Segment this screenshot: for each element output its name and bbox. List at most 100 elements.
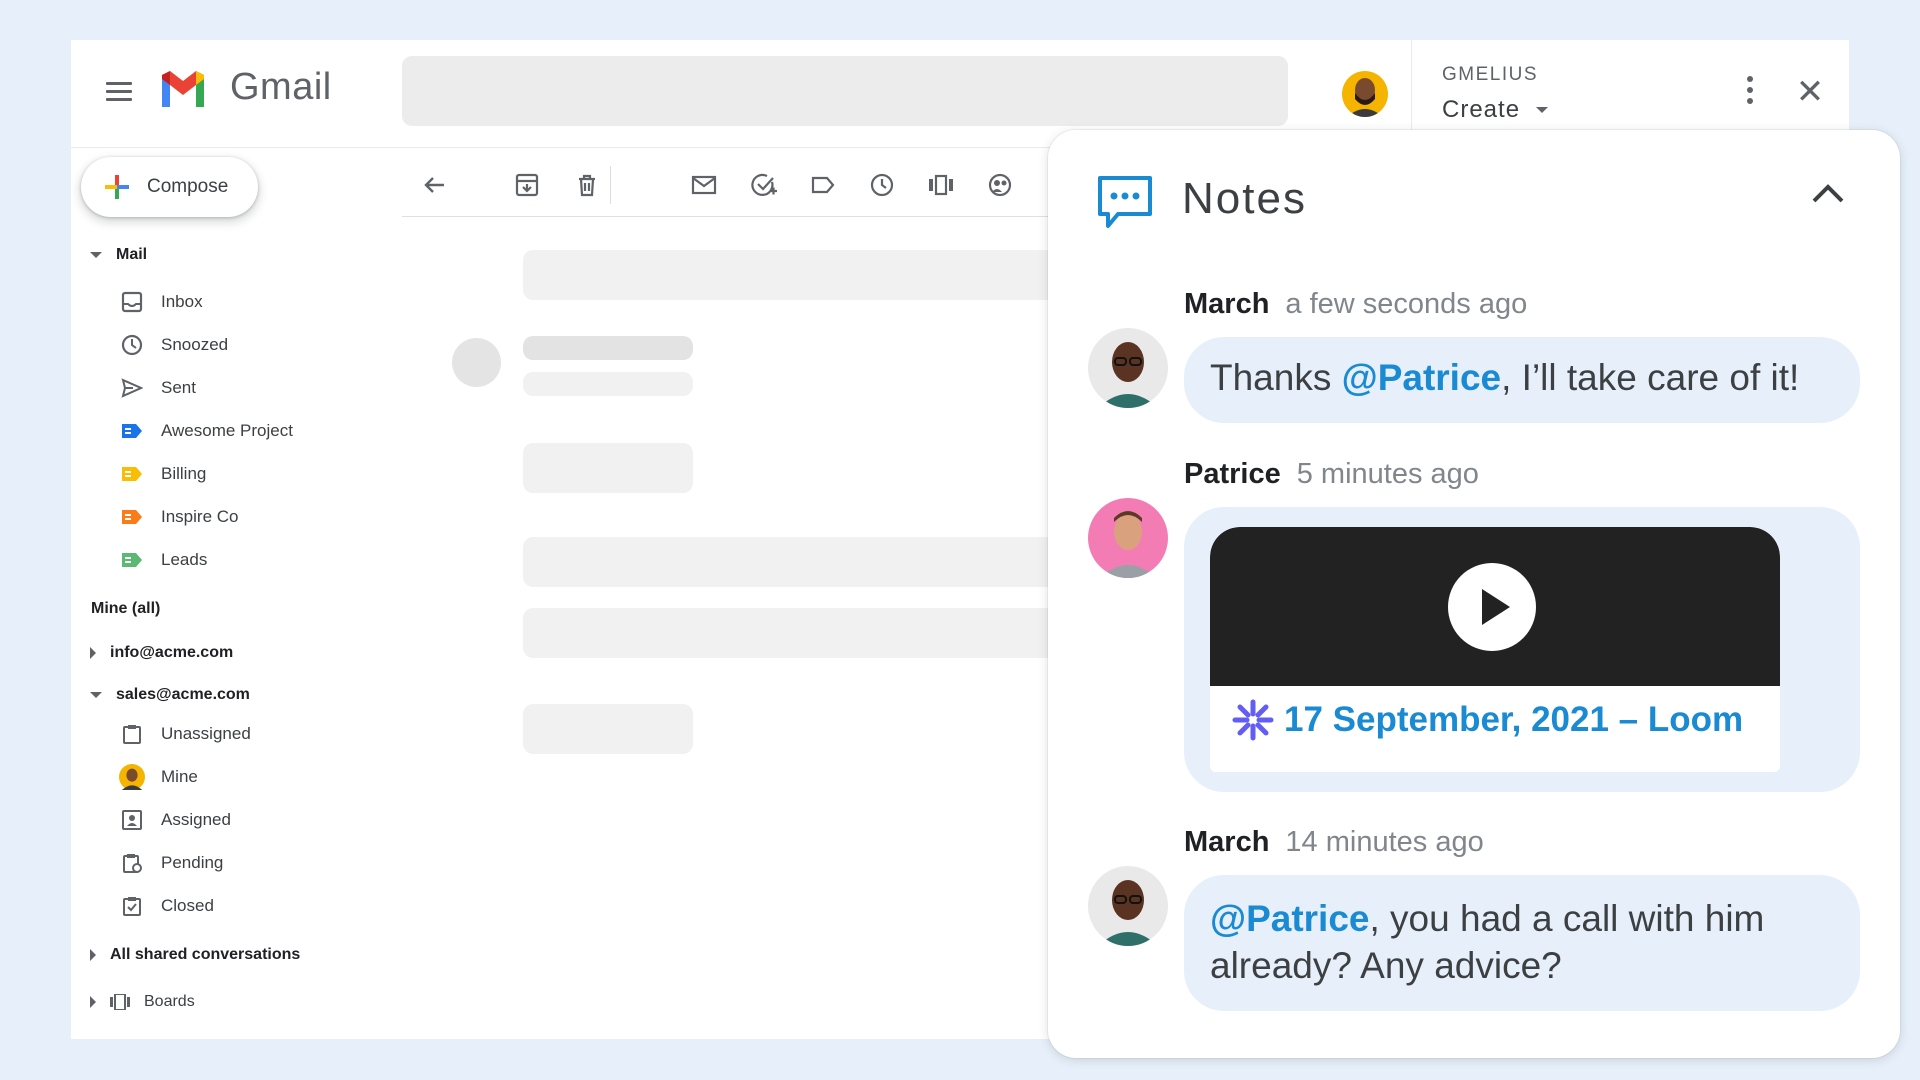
caret-right-icon bbox=[90, 647, 96, 659]
sidebar-item-inspire-co[interactable]: Inspire Co bbox=[119, 502, 238, 532]
pending-icon bbox=[119, 850, 145, 876]
loom-link[interactable]: 17 September, 2021 – Loom bbox=[1232, 699, 1743, 741]
sidebar-item-awesome-project[interactable]: Awesome Project bbox=[119, 416, 293, 446]
mention-link[interactable]: @Patrice bbox=[1342, 357, 1502, 398]
toolbar-separator bbox=[610, 166, 611, 204]
shared-conversations-label: All shared conversations bbox=[110, 946, 301, 963]
sidebar-item-snoozed[interactable]: Snoozed bbox=[119, 330, 228, 360]
account-avatar[interactable] bbox=[1342, 71, 1388, 117]
sidebar-item-label: Leads bbox=[161, 550, 208, 569]
note-bubble: Thanks @Patrice, I’ll take care of it! bbox=[1184, 337, 1860, 423]
video-thumbnail[interactable] bbox=[1210, 527, 1780, 686]
label-icon[interactable] bbox=[810, 172, 836, 198]
clipboard-icon bbox=[119, 721, 145, 747]
sidebar-item-unassigned[interactable]: Unassigned bbox=[119, 719, 251, 749]
notes-title: Notes bbox=[1182, 174, 1307, 223]
caret-right-icon bbox=[90, 949, 96, 961]
mail-section-toggle[interactable]: Mail bbox=[90, 246, 147, 264]
boards-icon[interactable] bbox=[928, 172, 954, 198]
chat-bubble-icon bbox=[1098, 176, 1152, 228]
assign-icon[interactable] bbox=[987, 172, 1013, 198]
inbox-icon bbox=[119, 289, 145, 315]
main-menu-icon[interactable] bbox=[106, 82, 132, 102]
avatar bbox=[1088, 866, 1168, 946]
sidebar-item-billing[interactable]: Billing bbox=[119, 459, 206, 489]
sidebar-item-assigned[interactable]: Assigned bbox=[119, 805, 231, 835]
send-icon bbox=[119, 375, 145, 401]
search-input[interactable] bbox=[402, 56, 1288, 126]
label-icon bbox=[119, 547, 145, 573]
sidebar-item-label: Closed bbox=[161, 896, 214, 915]
more-options-icon[interactable] bbox=[1747, 76, 1755, 109]
sidebar-item-mine[interactable]: Mine bbox=[119, 762, 198, 792]
label-icon bbox=[119, 418, 145, 444]
delete-icon[interactable] bbox=[574, 172, 600, 198]
sales-account-label: sales@acme.com bbox=[116, 686, 250, 703]
sidebar-item-label: Unassigned bbox=[161, 724, 251, 743]
placeholder-line bbox=[523, 608, 1123, 658]
label-icon bbox=[119, 461, 145, 487]
sidebar-item-label: Billing bbox=[161, 464, 207, 483]
mail-icon[interactable] bbox=[691, 172, 717, 198]
note-bubble: @Patrice, you had a call with him alread… bbox=[1184, 875, 1860, 1011]
note-text: , I’ll take care of it! bbox=[1501, 357, 1800, 398]
sidebar-item-label: Inspire Co bbox=[161, 507, 239, 526]
sidebar-item-label: Mine bbox=[161, 767, 198, 786]
sidebar-item-label: Inbox bbox=[161, 292, 203, 311]
placeholder-subject bbox=[523, 250, 1123, 300]
note-header: Patrice 5 minutes ago bbox=[1184, 458, 1479, 491]
placeholder-line bbox=[523, 537, 1123, 587]
loom-video-card[interactable]: 17 September, 2021 – Loom bbox=[1210, 527, 1780, 772]
shared-conversations-toggle[interactable]: All shared conversations bbox=[90, 946, 300, 964]
note-header: March a few seconds ago bbox=[1184, 288, 1527, 321]
sidebar-item-label: Snoozed bbox=[161, 335, 229, 354]
plus-icon bbox=[105, 175, 129, 199]
note-author: March bbox=[1184, 826, 1270, 858]
note-text-prefix: Thanks bbox=[1210, 357, 1342, 398]
compose-button[interactable]: Compose bbox=[81, 157, 258, 217]
info-account-toggle[interactable]: info@acme.com bbox=[90, 644, 233, 662]
note-header: March 14 minutes ago bbox=[1184, 826, 1484, 859]
sidebar-item-leads[interactable]: Leads bbox=[119, 545, 207, 575]
mention-link[interactable]: @Patrice bbox=[1210, 898, 1370, 939]
back-arrow-icon[interactable] bbox=[422, 172, 448, 198]
mine-all-link[interactable]: Mine (all) bbox=[91, 600, 160, 618]
close-icon[interactable]: ✕ bbox=[1792, 74, 1828, 110]
archive-icon[interactable] bbox=[514, 172, 540, 198]
boards-icon bbox=[110, 994, 130, 1010]
gmelius-title: GMELIUS bbox=[1442, 64, 1539, 85]
loom-icon bbox=[1232, 699, 1274, 741]
chevron-up-icon[interactable] bbox=[1811, 182, 1845, 204]
note-timestamp: 5 minutes ago bbox=[1296, 458, 1479, 490]
placeholder-recipient bbox=[523, 372, 693, 396]
sidebar-item-sent[interactable]: Sent bbox=[119, 373, 196, 403]
gmail-logo[interactable]: Gmail bbox=[158, 66, 332, 109]
add-task-icon[interactable] bbox=[751, 172, 777, 198]
note-timestamp: a few seconds ago bbox=[1285, 288, 1528, 320]
placeholder-block bbox=[523, 704, 693, 754]
play-icon[interactable] bbox=[1448, 563, 1536, 651]
snooze-icon[interactable] bbox=[869, 172, 895, 198]
mail-section-label: Mail bbox=[116, 246, 148, 263]
sidebar-item-pending[interactable]: Pending bbox=[119, 848, 223, 878]
note-author: March bbox=[1184, 288, 1270, 320]
placeholder-block bbox=[523, 443, 693, 493]
create-dropdown[interactable]: Create bbox=[1442, 96, 1549, 124]
app-name: Gmail bbox=[230, 66, 332, 108]
sidebar-item-closed[interactable]: Closed bbox=[119, 891, 214, 921]
loom-video-title: 17 September, 2021 – Loom bbox=[1284, 700, 1744, 739]
sidebar-item-label: Sent bbox=[161, 378, 196, 397]
avatar bbox=[119, 764, 145, 790]
sidebar-item-inbox[interactable]: Inbox bbox=[119, 287, 203, 317]
placeholder-avatar bbox=[452, 338, 501, 387]
note-bubble: 17 September, 2021 – Loom bbox=[1184, 507, 1860, 792]
compose-label: Compose bbox=[147, 176, 229, 197]
gmail-m-icon bbox=[162, 70, 204, 107]
boards-toggle[interactable]: Boards bbox=[90, 993, 195, 1011]
sales-account-toggle[interactable]: sales@acme.com bbox=[90, 686, 250, 704]
sidebar-item-label: Pending bbox=[161, 853, 224, 872]
notes-panel: Notes March a few seconds ago Thanks @Pa… bbox=[1048, 130, 1900, 1058]
create-label: Create bbox=[1442, 96, 1521, 123]
assigned-icon bbox=[119, 807, 145, 833]
sidebar-item-label: Awesome Project bbox=[161, 421, 293, 440]
